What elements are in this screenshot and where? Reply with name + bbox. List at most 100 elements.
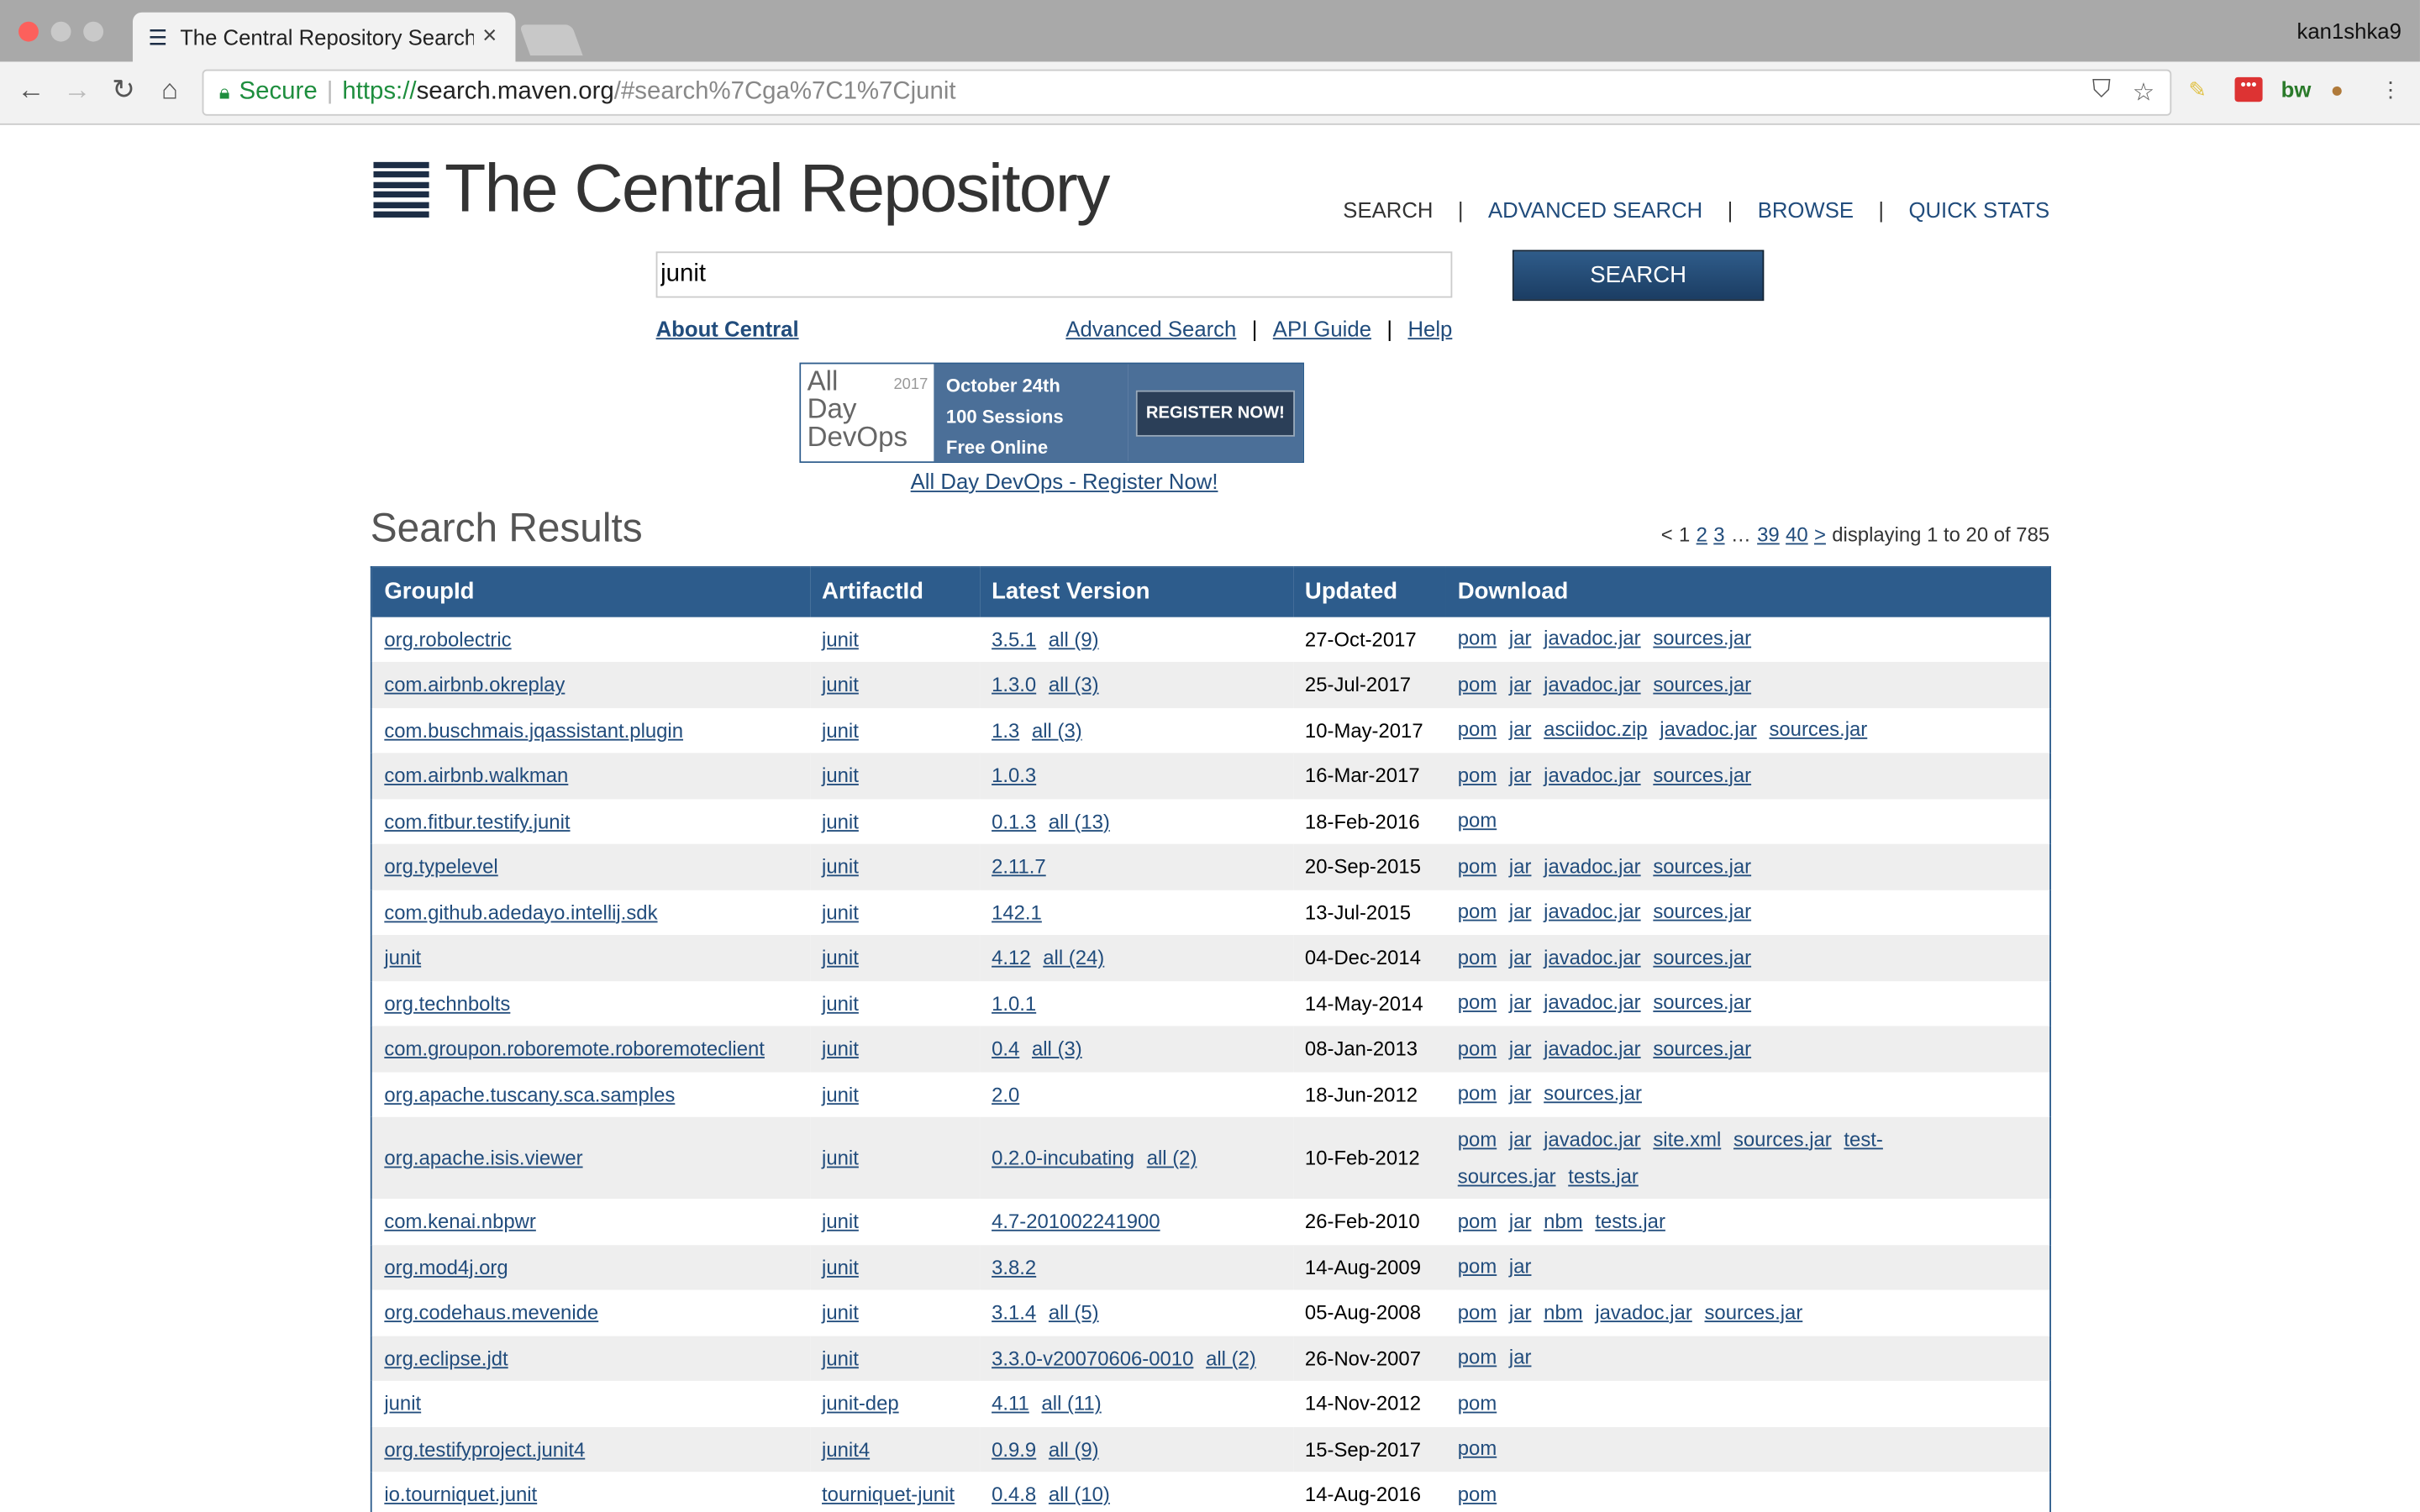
- groupid-link[interactable]: junit: [384, 946, 421, 969]
- download-link[interactable]: pom: [1458, 627, 1497, 650]
- all-versions-link[interactable]: all (13): [1049, 810, 1110, 833]
- version-link[interactable]: 2.0: [992, 1083, 1019, 1106]
- advanced-search-link[interactable]: Advanced Search: [1065, 317, 1236, 341]
- groupid-link[interactable]: org.apache.isis.viewer: [384, 1147, 582, 1170]
- download-link[interactable]: sources.jar: [1653, 900, 1751, 923]
- artifactid-link[interactable]: junit: [822, 810, 859, 833]
- groupid-link[interactable]: org.technbolts: [384, 992, 510, 1016]
- version-link[interactable]: 3.5.1: [992, 627, 1036, 651]
- nav-browse[interactable]: BROWSE: [1758, 197, 1854, 222]
- version-link[interactable]: 4.12: [992, 946, 1030, 969]
- download-link[interactable]: javadoc.jar: [1544, 854, 1640, 878]
- forward-arrow-icon[interactable]: →: [59, 74, 96, 107]
- artifactid-link[interactable]: tourniquet-junit: [822, 1483, 955, 1506]
- profile-name[interactable]: kan1shka9: [2297, 18, 2402, 43]
- reload-icon[interactable]: ↻: [105, 74, 142, 107]
- version-link[interactable]: 4.7-201002241900: [992, 1210, 1160, 1233]
- version-link[interactable]: 2.11.7: [992, 855, 1046, 879]
- groupid-link[interactable]: org.apache.tuscany.sca.samples: [384, 1083, 675, 1106]
- artifactid-link[interactable]: junit: [822, 1147, 859, 1170]
- new-tab-button[interactable]: [518, 24, 583, 56]
- artifactid-link[interactable]: junit-dep: [822, 1392, 899, 1415]
- download-link[interactable]: sources.jar: [1704, 1300, 1802, 1324]
- download-link[interactable]: pom: [1458, 1082, 1497, 1105]
- download-link[interactable]: pom: [1458, 1127, 1497, 1151]
- download-link[interactable]: sources.jar: [1653, 1037, 1751, 1060]
- download-link[interactable]: jar: [1509, 991, 1532, 1015]
- groupid-link[interactable]: com.airbnb.okreplay: [384, 673, 565, 696]
- download-link[interactable]: javadoc.jar: [1544, 991, 1640, 1015]
- nav-advanced-search[interactable]: ADVANCED SEARCH: [1488, 197, 1702, 222]
- download-link[interactable]: jar: [1509, 1210, 1532, 1233]
- all-versions-link[interactable]: all (2): [1147, 1147, 1197, 1170]
- all-versions-link[interactable]: all (9): [1049, 1437, 1099, 1461]
- groupid-link[interactable]: com.kenai.nbpwr: [384, 1210, 536, 1233]
- nav-search[interactable]: SEARCH: [1343, 197, 1433, 222]
- download-link[interactable]: pom: [1458, 991, 1497, 1015]
- version-link[interactable]: 1.3.0: [992, 673, 1036, 696]
- groupid-link[interactable]: com.groupon.roboremote.roboremoteclient: [384, 1037, 765, 1061]
- all-versions-link[interactable]: all (10): [1049, 1483, 1110, 1506]
- download-link[interactable]: sources.jar: [1769, 718, 1867, 742]
- download-link[interactable]: javadoc.jar: [1595, 1300, 1691, 1324]
- download-link[interactable]: pom: [1458, 809, 1497, 832]
- download-link[interactable]: jar: [1509, 1082, 1532, 1105]
- download-link[interactable]: pom: [1458, 1482, 1497, 1505]
- artifactid-link[interactable]: junit: [822, 1210, 859, 1233]
- groupid-link[interactable]: junit: [384, 1392, 421, 1415]
- browser-menu-icon[interactable]: ⋮: [2380, 77, 2402, 103]
- all-versions-link[interactable]: all (9): [1049, 627, 1099, 651]
- version-link[interactable]: 0.4: [992, 1037, 1019, 1061]
- search-input[interactable]: [655, 251, 1453, 298]
- help-link[interactable]: Help: [1407, 317, 1452, 341]
- all-versions-link[interactable]: all (3): [1032, 1037, 1082, 1061]
- download-link[interactable]: jar: [1509, 764, 1532, 787]
- download-link[interactable]: nbm: [1544, 1210, 1582, 1233]
- groupid-link[interactable]: org.testifyproject.junit4: [384, 1437, 585, 1461]
- artifactid-link[interactable]: junit: [822, 946, 859, 969]
- download-link[interactable]: sources.jar: [1733, 1127, 1832, 1151]
- all-day-devops-banner[interactable]: All Day DevOps 2017 October 24th 100 Ses…: [799, 362, 1305, 464]
- download-link[interactable]: javadoc.jar: [1544, 945, 1640, 969]
- download-link[interactable]: pom: [1458, 1255, 1497, 1278]
- download-link[interactable]: sources.jar: [1653, 672, 1751, 696]
- download-link[interactable]: tests.jar: [1568, 1164, 1639, 1188]
- artifactid-link[interactable]: junit: [822, 764, 859, 788]
- version-link[interactable]: 3.8.2: [992, 1256, 1036, 1279]
- pager-page-3[interactable]: 3: [1713, 523, 1724, 547]
- all-versions-link[interactable]: all (3): [1032, 718, 1082, 742]
- download-link[interactable]: jar: [1509, 1037, 1532, 1060]
- artifactid-link[interactable]: junit: [822, 1256, 859, 1279]
- download-link[interactable]: asciidoc.zip: [1544, 718, 1647, 742]
- groupid-link[interactable]: com.fitbur.testify.junit: [384, 810, 570, 833]
- download-link[interactable]: javadoc.jar: [1544, 1127, 1640, 1151]
- version-link[interactable]: 1.3: [992, 718, 1019, 742]
- all-versions-link[interactable]: all (5): [1049, 1301, 1099, 1325]
- groupid-link[interactable]: org.eclipse.jdt: [384, 1347, 508, 1370]
- groupid-link[interactable]: io.tourniquet.junit: [384, 1483, 537, 1506]
- version-link[interactable]: 1.0.1: [992, 992, 1036, 1016]
- version-link[interactable]: 4.11: [992, 1392, 1029, 1415]
- download-link[interactable]: jar: [1509, 1127, 1532, 1151]
- pager-next[interactable]: >: [1814, 523, 1826, 547]
- extension-note-icon[interactable]: ✎: [2188, 77, 2207, 103]
- groupid-link[interactable]: org.typelevel: [384, 855, 497, 879]
- groupid-link[interactable]: com.github.adedayo.intellij.sdk: [384, 900, 657, 924]
- version-link[interactable]: 0.2.0-incubating: [992, 1147, 1134, 1170]
- download-link[interactable]: pom: [1458, 764, 1497, 787]
- download-link[interactable]: javadoc.jar: [1544, 900, 1640, 923]
- download-link[interactable]: sources.jar: [1653, 854, 1751, 878]
- download-link[interactable]: pom: [1458, 1391, 1497, 1415]
- bookmark-star-icon[interactable]: ☆: [2133, 77, 2154, 108]
- download-link[interactable]: pom: [1458, 900, 1497, 923]
- address-bar[interactable]: 🔒︎ Secure | https:// search.maven.org /#…: [202, 69, 2172, 116]
- download-link[interactable]: javadoc.jar: [1660, 718, 1756, 742]
- all-versions-link[interactable]: all (2): [1206, 1347, 1256, 1370]
- version-link[interactable]: 1.0.3: [992, 764, 1036, 788]
- minimize-window-button[interactable]: [50, 21, 71, 42]
- artifactid-link[interactable]: junit: [822, 900, 859, 924]
- extension-cookie-icon[interactable]: ●: [2330, 77, 2344, 102]
- download-link[interactable]: pom: [1458, 1037, 1497, 1060]
- groupid-link[interactable]: com.airbnb.walkman: [384, 764, 568, 788]
- artifactid-link[interactable]: junit: [822, 718, 859, 742]
